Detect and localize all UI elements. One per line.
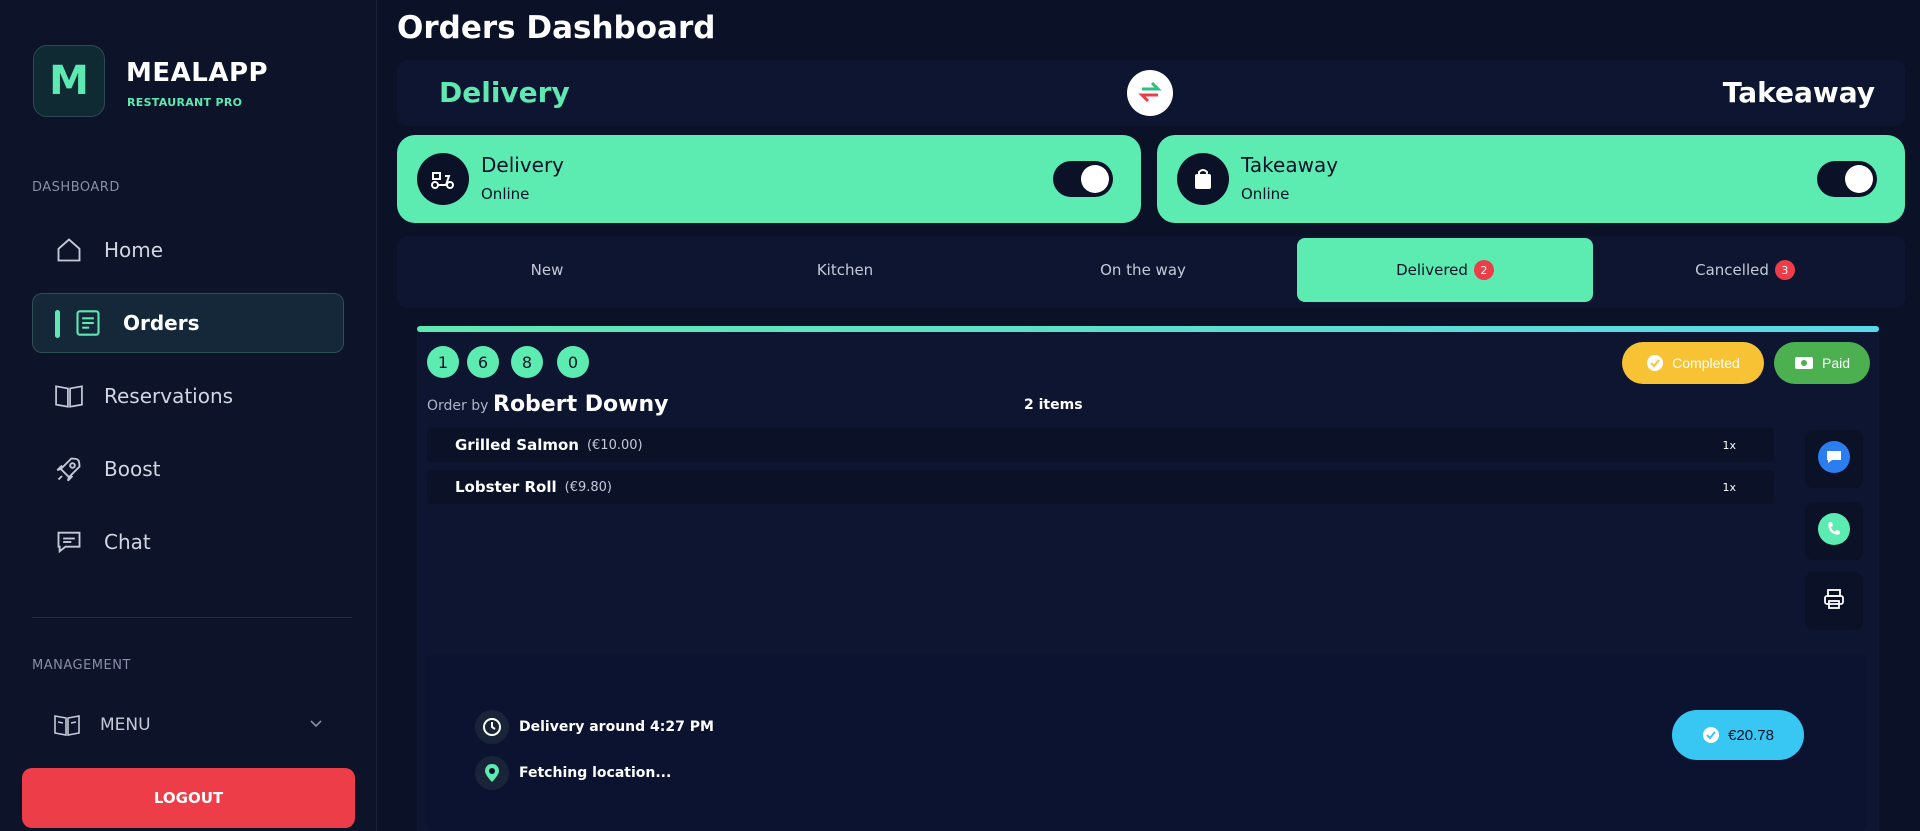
item-quantity: 1x	[1722, 480, 1736, 494]
takeaway-service-card: Takeaway Online	[1157, 135, 1905, 223]
tab-delivered[interactable]: Delivered 2	[1297, 238, 1593, 302]
sidebar-item-label: Home	[104, 238, 164, 262]
count-badge: 3	[1774, 260, 1795, 280]
delivery-time: Delivery around 4:27 PM	[519, 719, 714, 735]
section-label-management: MANAGEMENT	[32, 658, 131, 673]
item-price: (€9.80)	[564, 479, 613, 495]
status-label: Completed	[1672, 355, 1740, 371]
order-by-label: Order by	[427, 398, 489, 414]
mode-takeaway-label[interactable]: Takeaway	[1723, 76, 1875, 109]
tab-label: On the way	[1100, 261, 1186, 279]
location-pin-icon	[475, 756, 509, 790]
item-name: Lobster Roll	[455, 478, 557, 496]
service-status: Online	[481, 185, 530, 203]
verified-icon	[1702, 726, 1720, 744]
call-button[interactable]	[1805, 502, 1863, 560]
sidebar-item-boost[interactable]: Boost	[32, 439, 344, 499]
mode-switch-bar: Delivery Takeaway	[397, 60, 1905, 126]
sidebar-item-home[interactable]: Home	[32, 220, 344, 280]
item-price: (€10.00)	[586, 437, 643, 453]
order-card-accent	[417, 326, 1879, 332]
print-button[interactable]	[1805, 572, 1863, 630]
chevron-down-icon[interactable]	[308, 715, 324, 736]
tab-label: Cancelled	[1695, 261, 1769, 279]
sidebar-item-label: Reservations	[104, 384, 234, 408]
logo-letter: M	[49, 58, 89, 104]
customer-name: Robert Downy	[493, 392, 669, 417]
page-title: Orders Dashboard	[397, 10, 716, 46]
sidebar-divider	[32, 617, 352, 618]
items-count: 2 items	[1024, 397, 1083, 413]
delivery-time-row: Delivery around 4:27 PM	[475, 710, 714, 744]
service-status: Online	[1241, 185, 1290, 203]
order-code-digit: 6	[467, 346, 499, 378]
scooter-icon	[417, 153, 469, 205]
section-label-dashboard: DASHBOARD	[32, 180, 120, 195]
clock-icon	[475, 710, 509, 744]
list-item: Lobster Roll (€9.80) 1x	[427, 470, 1774, 504]
item-name: Grilled Salmon	[455, 436, 579, 454]
check-circle-icon	[1646, 354, 1664, 372]
mode-delivery-label[interactable]: Delivery	[439, 76, 570, 109]
takeaway-toggle[interactable]	[1817, 161, 1877, 197]
tab-new[interactable]: New	[399, 238, 695, 302]
list-item: Grilled Salmon (€10.00) 1x	[427, 428, 1774, 462]
sidebar-item-chat[interactable]: Chat	[32, 512, 344, 572]
order-total: €20.78	[1728, 726, 1774, 744]
paid-status-button[interactable]: Paid	[1774, 342, 1870, 384]
order-total-button[interactable]: €20.78	[1672, 710, 1804, 760]
tab-cancelled[interactable]: Cancelled 3	[1597, 238, 1893, 302]
phone-icon	[1818, 513, 1850, 549]
brand-subtitle: RESTAURANT PRO	[127, 96, 243, 109]
book-icon	[54, 381, 84, 411]
brand-name: MEALAPP	[126, 58, 269, 88]
order-code-digit: 8	[511, 346, 543, 378]
completed-status-button[interactable]: Completed	[1622, 342, 1764, 384]
tab-label: Delivered	[1396, 261, 1468, 279]
sidebar-item-menu[interactable]: MENU	[54, 710, 324, 740]
sidebar: M MEALAPP RESTAURANT PRO DASHBOARD Home …	[0, 0, 377, 831]
delivery-toggle[interactable]	[1053, 161, 1113, 197]
payment-label: Paid	[1821, 355, 1851, 371]
service-title: Delivery	[481, 153, 565, 177]
printer-icon	[1822, 587, 1846, 615]
sidebar-item-label: MENU	[100, 715, 151, 735]
tab-on-the-way[interactable]: On the way	[995, 238, 1291, 302]
toggle-knob	[1081, 165, 1109, 193]
delivery-service-card: Delivery Online	[397, 135, 1141, 223]
shopping-bag-icon	[1177, 153, 1229, 205]
order-status-tabs: New Kitchen On the way Delivered 2 Cance…	[397, 236, 1905, 308]
active-indicator	[55, 310, 60, 338]
sidebar-item-label: Chat	[104, 530, 151, 554]
rocket-icon	[54, 454, 84, 484]
sidebar-item-reservations[interactable]: Reservations	[32, 366, 344, 426]
sidebar-item-label: Boost	[104, 457, 161, 481]
sidebar-item-label: Orders	[123, 311, 200, 335]
tab-label: New	[530, 261, 564, 279]
order-code-digit: 1	[427, 346, 459, 378]
message-icon	[1818, 441, 1850, 477]
app-logo: M	[33, 45, 105, 117]
chat-icon	[54, 527, 84, 557]
tab-kitchen[interactable]: Kitchen	[697, 238, 993, 302]
cash-icon	[1794, 355, 1814, 371]
message-button[interactable]	[1805, 430, 1863, 488]
swap-mode-button[interactable]	[1127, 70, 1173, 116]
location-text: Fetching location...	[519, 765, 672, 781]
location-row: Fetching location...	[475, 756, 671, 790]
tab-label: Kitchen	[816, 261, 874, 279]
sidebar-item-orders[interactable]: Orders	[32, 293, 344, 353]
swap-icon	[1136, 78, 1164, 109]
home-icon	[54, 235, 84, 265]
order-code-digit: 0	[557, 346, 589, 378]
logout-button[interactable]: LOGOUT	[22, 768, 355, 828]
toggle-knob	[1845, 165, 1873, 193]
item-quantity: 1x	[1722, 438, 1736, 452]
orders-icon	[73, 308, 103, 338]
count-badge: 2	[1473, 260, 1494, 280]
service-title: Takeaway	[1241, 153, 1339, 177]
order-card: 1 6 8 0 Completed Paid Order by Robert D…	[417, 326, 1879, 831]
menu-book-icon	[54, 711, 82, 739]
